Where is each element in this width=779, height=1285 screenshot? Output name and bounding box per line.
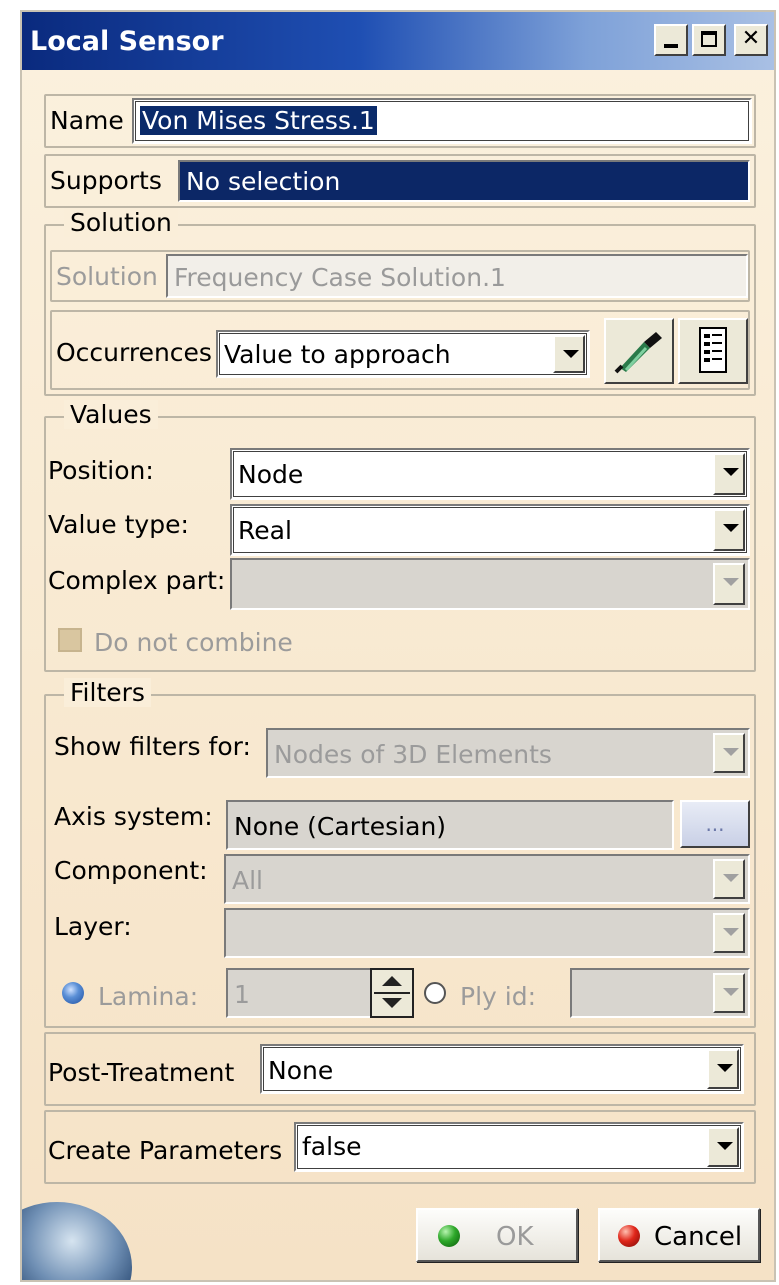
occurrences-value: Value to approach	[224, 340, 451, 369]
solution-label: Solution	[56, 262, 158, 291]
cancel-label: Cancel	[654, 1222, 743, 1252]
ply-id-label: Ply id:	[460, 982, 537, 1011]
show-filters-label: Show filters for:	[54, 732, 251, 761]
post-treatment-row: Post-Treatment None	[44, 1032, 756, 1106]
close-icon: ✕	[741, 26, 761, 51]
layer-label: Layer:	[54, 912, 132, 941]
value-type-label: Value type:	[48, 510, 189, 539]
filters-legend: Filters	[64, 678, 151, 707]
ok-label: OK	[496, 1222, 534, 1252]
list-tool-button[interactable]	[678, 318, 748, 384]
cancel-button[interactable]: Cancel	[598, 1208, 760, 1262]
chevron-down-icon[interactable]	[713, 509, 745, 551]
do-not-combine-label: Do not combine	[94, 628, 293, 657]
red-dot-icon	[618, 1225, 640, 1247]
supports-selection-field[interactable]: No selection	[178, 160, 750, 202]
solution-value: Frequency Case Solution.1	[174, 263, 506, 292]
values-group: Values Position: Node Value type: Real C…	[44, 400, 756, 672]
position-label: Position:	[48, 456, 154, 485]
value-type-dropdown[interactable]: Real	[230, 504, 750, 556]
axis-system-value: None (Cartesian)	[234, 812, 447, 841]
value-type-value: Real	[238, 516, 292, 545]
supports-value: No selection	[186, 167, 341, 196]
maximize-button[interactable]	[692, 24, 726, 56]
sensor-tool-button[interactable]	[604, 318, 674, 384]
occurrences-dropdown[interactable]: Value to approach	[216, 330, 590, 378]
close-button[interactable]: ✕	[734, 24, 768, 56]
name-row: Name Von Mises Stress.1	[44, 94, 756, 148]
spin-up-icon	[382, 976, 402, 986]
name-label: Name	[50, 106, 124, 135]
solution-group: Solution Solution Frequency Case Solutio…	[44, 208, 756, 396]
list-icon	[699, 327, 727, 373]
post-treatment-dropdown[interactable]: None	[260, 1044, 744, 1094]
values-legend: Values	[64, 400, 158, 429]
ok-button[interactable]: OK	[416, 1208, 578, 1262]
axis-system-field: None (Cartesian)	[226, 800, 674, 850]
complex-part-label: Complex part:	[48, 566, 226, 595]
solution-legend: Solution	[64, 208, 178, 237]
occurrences-label: Occurrences	[56, 338, 212, 367]
solution-row: Solution Frequency Case Solution.1	[50, 250, 750, 302]
globe-decoration	[22, 1202, 132, 1280]
window-title: Local Sensor	[30, 26, 224, 57]
lamina-label: Lamina:	[98, 982, 199, 1011]
axis-system-browse-button[interactable]: ...	[680, 800, 750, 848]
filters-group: Filters Show filters for: Nodes of 3D El…	[44, 678, 756, 1028]
local-sensor-dialog: Local Sensor ✕ Name Von Mises Stress.1 S…	[20, 10, 776, 1282]
component-value: All	[232, 866, 263, 895]
component-label: Component:	[54, 856, 208, 885]
create-parameters-dropdown[interactable]: false	[294, 1122, 744, 1172]
component-dropdown: All	[224, 854, 750, 904]
supports-label: Supports	[50, 166, 162, 195]
pin-tool-icon	[614, 332, 662, 374]
post-treatment-label: Post-Treatment	[48, 1058, 235, 1087]
supports-row: Supports No selection	[44, 154, 756, 208]
post-treatment-value: None	[268, 1056, 334, 1085]
minimize-button[interactable]	[654, 24, 688, 56]
position-dropdown[interactable]: Node	[230, 448, 750, 500]
lamina-spinner: 1	[226, 968, 372, 1018]
chevron-down-icon	[713, 973, 745, 1013]
spin-down-icon	[382, 998, 402, 1008]
ply-id-radio	[424, 982, 446, 1004]
layer-dropdown	[224, 908, 750, 958]
chevron-down-icon	[713, 733, 745, 773]
chevron-down-icon[interactable]	[707, 1127, 739, 1167]
lamina-radio	[62, 982, 84, 1004]
create-parameters-label: Create Parameters	[48, 1136, 283, 1165]
occurrences-row: Occurrences Value to approach	[50, 310, 750, 390]
complex-part-dropdown	[230, 558, 750, 610]
chevron-down-icon[interactable]	[553, 335, 585, 373]
lamina-value: 1	[234, 980, 250, 1009]
ply-id-dropdown	[570, 968, 750, 1018]
axis-browse-label: ...	[705, 812, 725, 836]
position-value: Node	[238, 460, 304, 489]
lamina-stepper	[370, 968, 414, 1018]
chevron-down-icon	[713, 563, 745, 605]
name-value: Von Mises Stress.1	[140, 106, 377, 135]
chevron-down-icon	[713, 859, 745, 899]
name-input[interactable]: Von Mises Stress.1	[132, 98, 752, 144]
show-filters-dropdown: Nodes of 3D Elements	[266, 728, 750, 778]
chevron-down-icon[interactable]	[713, 453, 745, 495]
axis-system-label: Axis system:	[54, 802, 213, 831]
chevron-down-icon	[713, 913, 745, 953]
create-parameters-value: false	[302, 1132, 362, 1161]
minimize-icon	[664, 44, 678, 48]
title-bar[interactable]: Local Sensor ✕	[22, 12, 774, 70]
do-not-combine-checkbox	[58, 628, 82, 652]
chevron-down-icon[interactable]	[707, 1049, 739, 1089]
maximize-icon	[701, 31, 717, 47]
show-filters-value: Nodes of 3D Elements	[274, 740, 552, 769]
create-parameters-row: Create Parameters false	[44, 1110, 756, 1184]
solution-field: Frequency Case Solution.1	[166, 254, 748, 298]
green-dot-icon	[438, 1225, 460, 1247]
